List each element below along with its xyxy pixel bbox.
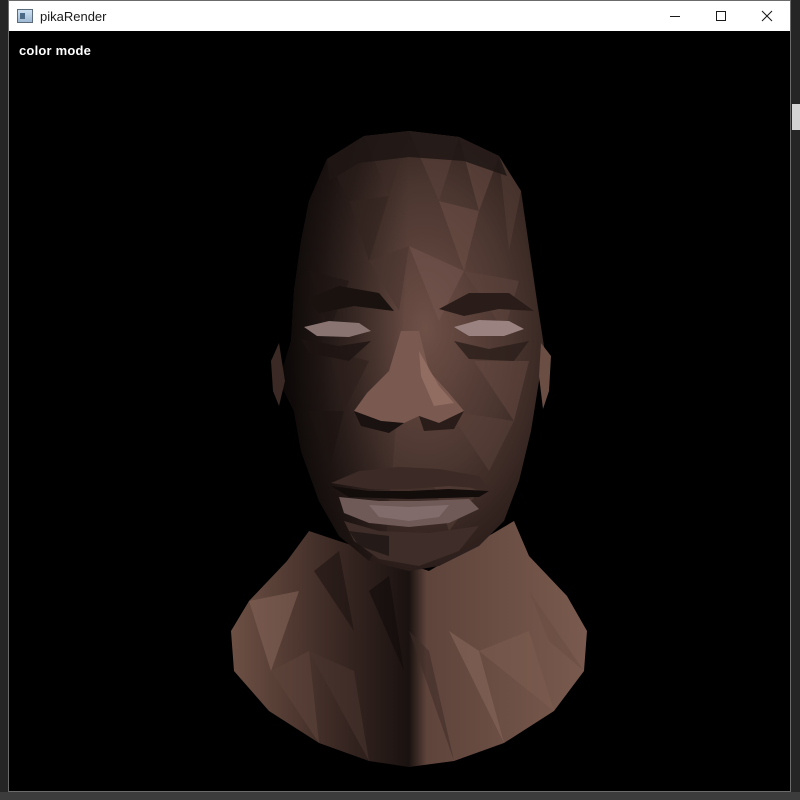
rendered-head-model: [231, 131, 587, 767]
maximize-icon: [716, 11, 726, 21]
close-icon: [761, 10, 773, 22]
render-mode-label: color mode: [19, 43, 92, 58]
background-taskbar: [0, 792, 800, 800]
minimize-button[interactable]: [652, 1, 698, 31]
background-input-fragment: [792, 104, 800, 130]
render-viewport[interactable]: color mode: [9, 31, 790, 791]
maximize-button[interactable]: [698, 1, 744, 31]
app-window-icon[interactable]: [17, 9, 33, 23]
background-editor-right: [790, 0, 800, 800]
window-title: pikaRender: [40, 8, 107, 24]
app-window: pikaRender color mode: [8, 0, 791, 792]
window-controls: [652, 1, 790, 31]
head-ear-right: [539, 343, 551, 409]
minimize-icon: [670, 16, 680, 17]
title-bar[interactable]: pikaRender: [9, 1, 790, 31]
close-button[interactable]: [744, 1, 790, 31]
head-ear-left: [271, 343, 285, 406]
